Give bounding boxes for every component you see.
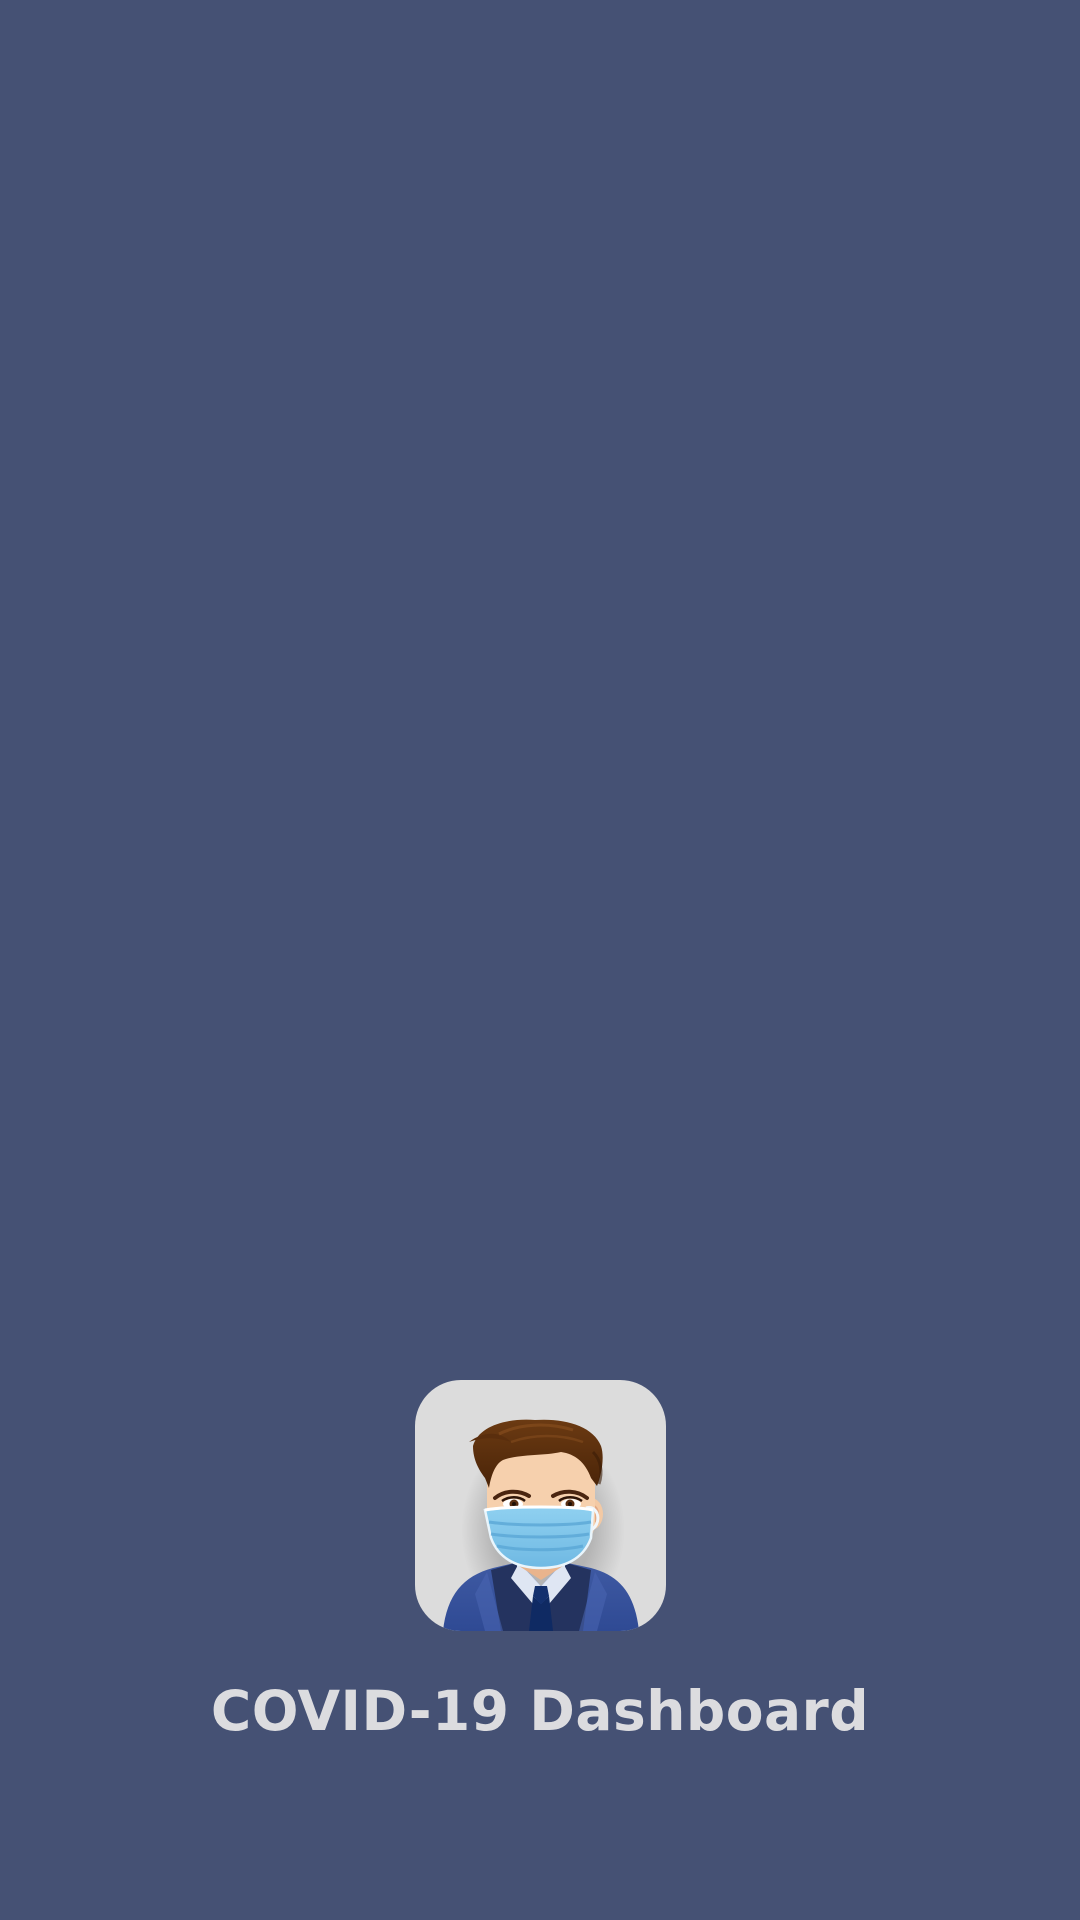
splash-screen: COVID-19 Dashboard bbox=[0, 0, 1080, 1920]
app-title: COVID-19 Dashboard bbox=[210, 1679, 870, 1743]
masked-man-avatar-icon bbox=[415, 1380, 666, 1631]
